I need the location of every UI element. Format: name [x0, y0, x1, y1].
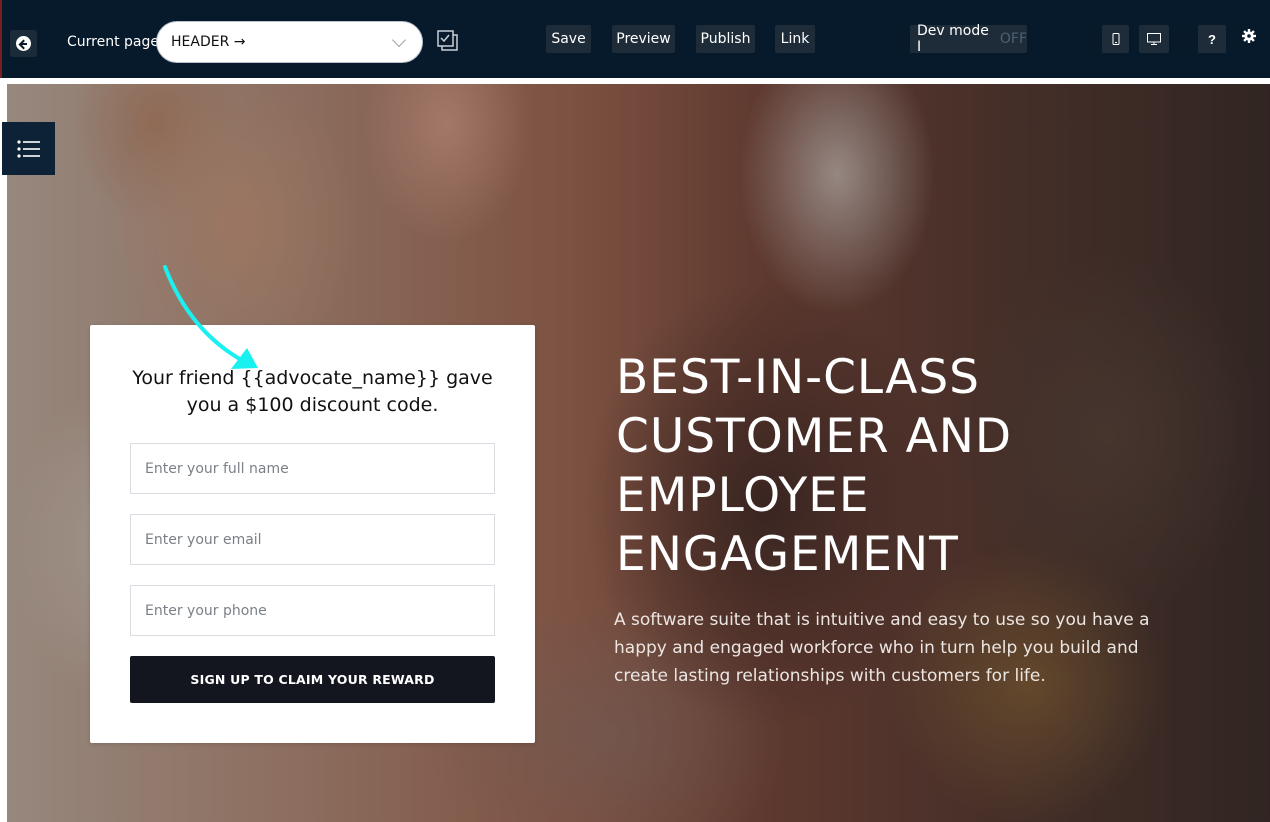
back-button[interactable]: [10, 30, 37, 57]
dev-mode-state: OFF: [999, 31, 1027, 47]
referral-form-card: Your friend {{advocate_name}} gave you a…: [90, 325, 535, 743]
preview-button[interactable]: Preview: [612, 25, 675, 53]
headline-line: EMPLOYEE: [616, 468, 870, 523]
hero-subtext: A software suite that is intuitive and e…: [614, 610, 1150, 686]
mobile-icon: [1112, 33, 1119, 45]
editor-toolbar: Current page HEADER → Save Preview Publi…: [0, 0, 1270, 78]
full-name-input[interactable]: Enter your full name: [130, 443, 495, 494]
current-page-label: Current page: [67, 34, 159, 50]
headline-line: ENGAGEMENT: [616, 527, 959, 582]
gear-icon: [1242, 29, 1256, 43]
list-icon: [16, 139, 40, 158]
current-page-value: HEADER →: [171, 34, 246, 50]
mobile-view-button[interactable]: [1102, 25, 1129, 53]
hero-headline: BEST-IN-CLASS CUSTOMER AND EMPLOYEE ENGA…: [616, 348, 1176, 584]
pages-checklist-icon[interactable]: [435, 28, 461, 54]
sidebar-toggle-button[interactable]: [2, 122, 55, 175]
publish-button[interactable]: Publish: [696, 25, 755, 53]
current-page-select[interactable]: HEADER →: [156, 21, 423, 63]
save-button[interactable]: Save: [546, 25, 591, 53]
link-button[interactable]: Link: [775, 25, 815, 53]
dev-mode-label: Dev mode I: [917, 23, 989, 55]
annotation-arrow-icon: [163, 265, 258, 369]
settings-button[interactable]: [1236, 22, 1262, 50]
dev-mode-toggle[interactable]: Dev mode I OFF: [910, 23, 1027, 55]
headline-line: BEST-IN-CLASS: [616, 350, 981, 405]
claim-reward-button[interactable]: SIGN UP TO CLAIM YOUR REWARD: [130, 656, 495, 703]
desktop-icon: [1147, 33, 1161, 45]
chevron-down-icon: [391, 32, 407, 47]
back-arrow-icon: [16, 36, 31, 51]
headline-line: CUSTOMER AND: [616, 409, 1013, 464]
help-button[interactable]: ?: [1198, 25, 1226, 53]
phone-input[interactable]: Enter your phone: [130, 585, 495, 636]
email-input[interactable]: Enter your email: [130, 514, 495, 565]
desktop-view-button[interactable]: [1139, 25, 1169, 53]
